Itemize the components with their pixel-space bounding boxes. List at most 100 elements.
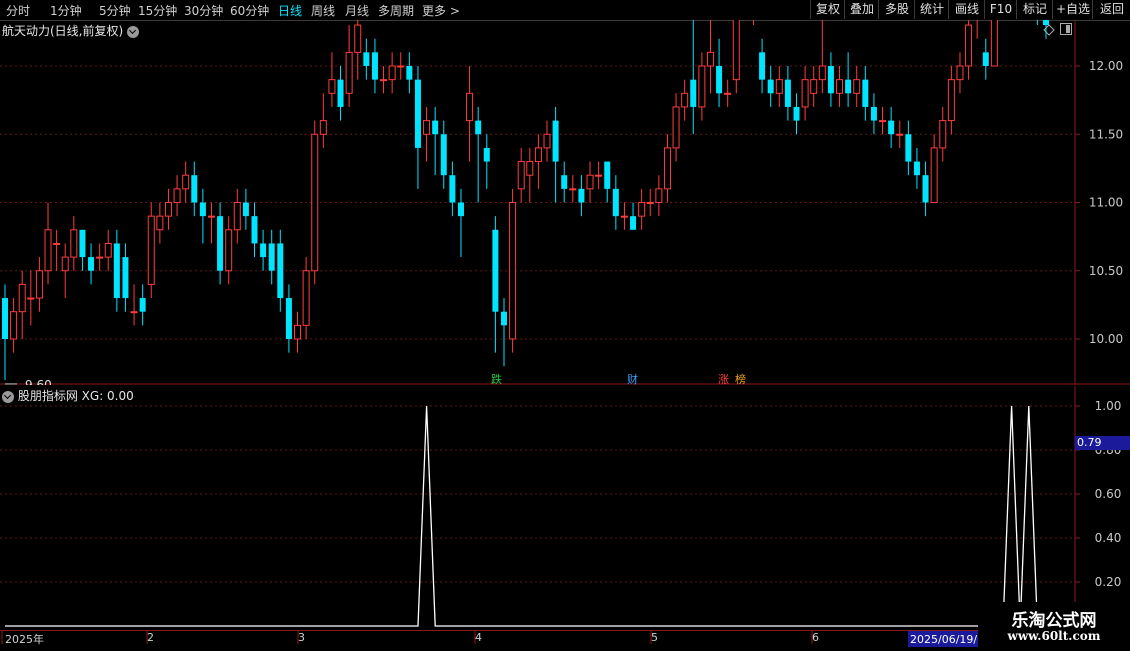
candle-body-down bbox=[793, 106, 800, 121]
timeframe-tab[interactable]: 多周期 bbox=[378, 2, 414, 19]
date-label: 2 bbox=[147, 631, 154, 644]
candle-body-up bbox=[595, 174, 603, 177]
timeframe-tab[interactable]: 15分钟 bbox=[138, 2, 177, 19]
candle-body-down bbox=[268, 243, 275, 271]
y-tick-label: 10.00 bbox=[1089, 332, 1123, 346]
date-label: 2025年 bbox=[5, 633, 44, 646]
candle-body-up bbox=[879, 120, 887, 123]
mark-button[interactable]: 标记 bbox=[1016, 0, 1053, 19]
indicator-chart[interactable]: 0.200.400.600.801.00 bbox=[0, 386, 1130, 630]
watermark-title: 乐淘公式网 bbox=[1011, 611, 1097, 631]
timeframe-tab[interactable]: 30分钟 bbox=[184, 2, 223, 19]
candle-body-down bbox=[578, 188, 585, 203]
candle-body-down bbox=[242, 202, 249, 217]
candle-body-down bbox=[888, 120, 895, 135]
candle-body-down bbox=[191, 175, 198, 203]
candle-body-down bbox=[913, 161, 920, 176]
candle-body-up bbox=[96, 256, 104, 259]
candle-body-down bbox=[767, 79, 774, 94]
candle-body-down bbox=[483, 147, 490, 162]
candle-body-up bbox=[732, 20, 740, 81]
candle-body-up bbox=[534, 147, 542, 163]
overlay-button[interactable]: 叠加 bbox=[844, 0, 879, 19]
current-value-box: 0.79 bbox=[1075, 436, 1130, 450]
timeframe-tab[interactable]: 5分钟 bbox=[99, 2, 131, 19]
candle-body-up bbox=[18, 283, 26, 313]
add-watchlist-button[interactable]: +自选 bbox=[1052, 0, 1093, 19]
candle-body-up bbox=[965, 24, 973, 67]
candle-body-up bbox=[388, 65, 396, 81]
candle-body-down bbox=[690, 79, 697, 107]
candle-body-up bbox=[225, 229, 233, 272]
candle-body-down bbox=[363, 52, 370, 66]
candle-body-up bbox=[423, 120, 431, 135]
timeframe-tab[interactable]: 分时 bbox=[6, 2, 30, 19]
candle-body-down bbox=[285, 298, 292, 339]
candle-body-up bbox=[147, 215, 155, 285]
candle-body-down bbox=[432, 120, 439, 135]
more-timeframes-button[interactable]: 更多 > bbox=[422, 2, 460, 19]
y-tick-label: 1.00 bbox=[1095, 399, 1122, 413]
y-tick-label: 0.60 bbox=[1095, 487, 1122, 501]
y-tick-label: 10.50 bbox=[1089, 264, 1123, 278]
timeframe-tab[interactable]: 周线 bbox=[311, 2, 335, 19]
candle-body-up bbox=[207, 215, 215, 218]
candle-body-down bbox=[337, 79, 344, 107]
adjust-button[interactable]: 复权 bbox=[810, 0, 845, 19]
event-mark-rise[interactable]: 涨 bbox=[718, 371, 729, 387]
candle-body-up bbox=[956, 65, 964, 81]
candle-body-down bbox=[371, 52, 378, 80]
candle-body-up bbox=[164, 202, 172, 217]
candle-body-up bbox=[724, 92, 732, 95]
back-button[interactable]: 返回 bbox=[1092, 0, 1130, 19]
candle-body-down bbox=[414, 79, 421, 148]
candle-body-up bbox=[61, 256, 69, 272]
candle-body-up bbox=[698, 65, 706, 108]
candle-body-up bbox=[706, 51, 714, 67]
f10-button[interactable]: F10 bbox=[984, 0, 1017, 19]
candle-body-up bbox=[672, 106, 680, 149]
y-tick-label: 11.50 bbox=[1089, 127, 1123, 141]
candle-body-up bbox=[130, 311, 138, 314]
candle-body-up bbox=[586, 174, 594, 190]
candle-body-up bbox=[543, 133, 551, 149]
candle-body-up bbox=[380, 79, 388, 82]
xg-line bbox=[5, 405, 1046, 627]
candle-body-down bbox=[922, 175, 929, 203]
stats-button[interactable]: 统计 bbox=[914, 0, 949, 19]
watermark: 乐淘公式网 www.60lt.com bbox=[978, 602, 1130, 650]
candle-body-down bbox=[759, 52, 766, 80]
timeframe-tab-active[interactable]: 日线 bbox=[278, 2, 302, 19]
candle-body-up bbox=[156, 215, 164, 231]
y-tick-label: 0.40 bbox=[1095, 531, 1122, 545]
multi-stock-button[interactable]: 多股 bbox=[878, 0, 915, 19]
candle-body-down bbox=[199, 202, 206, 217]
date-label: 4 bbox=[475, 631, 482, 644]
candle-body-down bbox=[630, 216, 637, 230]
candle-body-down bbox=[845, 79, 852, 94]
candle-body-up bbox=[173, 188, 181, 204]
timeframe-tab[interactable]: 月线 bbox=[345, 2, 369, 19]
candle-body-up bbox=[328, 79, 336, 94]
date-label: 6 bbox=[812, 631, 819, 644]
candle-body-up bbox=[354, 24, 362, 53]
draw-line-button[interactable]: 画线 bbox=[948, 0, 985, 19]
timeframe-tab[interactable]: 60分钟 bbox=[230, 2, 269, 19]
timeframe-tab[interactable]: 1分钟 bbox=[50, 2, 82, 19]
candle-body-up bbox=[681, 92, 689, 108]
candle-body-up bbox=[302, 270, 310, 326]
candle-body-up bbox=[896, 133, 904, 136]
candle-body-down bbox=[139, 298, 146, 312]
candle-body-down bbox=[1043, 20, 1049, 26]
event-mark-fall[interactable]: 跌 bbox=[491, 371, 502, 387]
candle-body-up bbox=[294, 324, 302, 340]
event-mark-ranking[interactable]: 榜 bbox=[735, 371, 746, 387]
candlestick-chart[interactable]: 10.0010.5011.0011.5012.0012.5013.0013.50… bbox=[0, 20, 1130, 385]
candle-body-up bbox=[810, 79, 818, 94]
candle-body-up bbox=[853, 79, 861, 94]
event-mark-finance[interactable]: 财 bbox=[627, 371, 638, 387]
y-tick-label: 12.00 bbox=[1089, 59, 1123, 73]
candle-body-down bbox=[862, 79, 869, 107]
candle-body-up bbox=[801, 79, 809, 108]
candle-body-down bbox=[475, 120, 482, 135]
